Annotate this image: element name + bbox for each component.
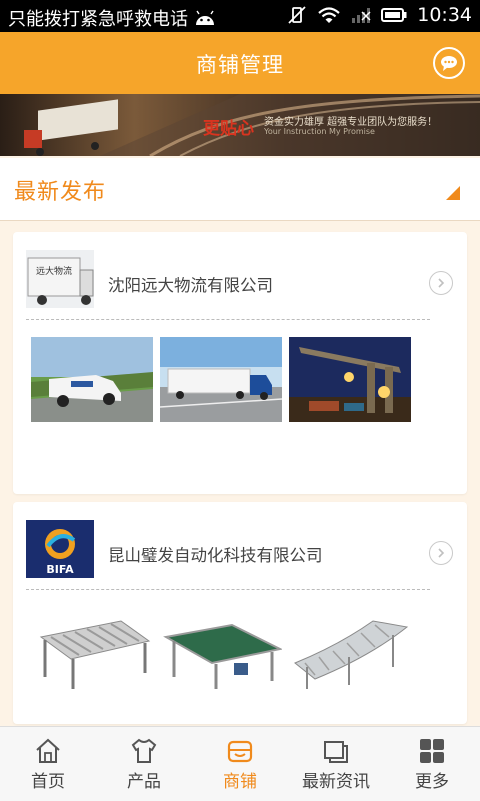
signal-icon [352, 8, 371, 23]
bottom-tab-bar: 首页 产品 商铺 最新资讯 更多 [0, 726, 480, 801]
vibrate-off-icon [288, 6, 306, 24]
banner-tagline: Your Instruction My Promise [264, 127, 375, 136]
section-title: 最新发布 [14, 180, 107, 205]
grid-icon [420, 739, 444, 763]
divider [26, 589, 430, 590]
tab-home[interactable]: 首页 [0, 727, 96, 801]
dropdown-triangle-icon[interactable] [446, 186, 460, 200]
status-time: 10:34 [417, 4, 472, 26]
product-image-curved-conveyor[interactable] [289, 607, 411, 692]
product-image-truck[interactable] [160, 337, 282, 422]
tab-more[interactable]: 更多 [384, 727, 480, 801]
chat-bubble-icon [441, 56, 457, 71]
tab-label: 产品 [127, 772, 161, 792]
shop-name[interactable]: 沈阳远大物流有限公司 [108, 272, 273, 296]
chevron-right-icon[interactable] [429, 271, 453, 295]
shop-logo-text: BIFA [46, 563, 74, 576]
tab-products[interactable]: 产品 [96, 727, 192, 801]
shirt-icon [131, 738, 157, 763]
tab-label: 最新资讯 [302, 772, 370, 792]
status-bar: 只能拨打紧急呼救电话 10:34 [0, 0, 480, 32]
page-title: 商铺管理 [196, 53, 284, 77]
shop-card[interactable]: 远大物流 沈阳远大物流有限公司 [13, 232, 467, 494]
banner-slogan: 更贴心 [203, 119, 254, 139]
home-icon [36, 738, 60, 763]
product-image-belt-conveyor[interactable] [160, 607, 282, 692]
shop-logo: BIFA [26, 520, 94, 578]
tab-label: 更多 [415, 772, 449, 792]
shop-icon [227, 740, 253, 763]
section-header[interactable]: 最新发布 [0, 158, 480, 221]
product-image-roller-conveyor[interactable] [31, 607, 153, 692]
message-button[interactable] [433, 47, 465, 79]
shop-logo-text: 远大物流 [36, 265, 72, 277]
battery-icon [381, 8, 407, 22]
tab-label: 商铺 [223, 772, 257, 792]
tab-shop[interactable]: 商铺 [192, 727, 288, 801]
android-icon [196, 10, 214, 25]
tab-news[interactable]: 最新资讯 [288, 727, 384, 801]
app-header: 商铺管理 [0, 32, 480, 94]
status-notification-text: 只能拨打紧急呼救电话 [8, 9, 188, 30]
promo-banner[interactable]: 更贴心 资金实力雄厚 超强专业团队为您服务！ Your Instruction … [0, 94, 480, 156]
shop-logo: 远大物流 [26, 250, 94, 308]
wifi-icon [318, 7, 340, 23]
product-image-van[interactable] [31, 337, 153, 422]
product-image-crane[interactable] [289, 337, 411, 422]
chevron-right-icon[interactable] [429, 541, 453, 565]
shop-name[interactable]: 昆山璧发自动化科技有限公司 [108, 542, 323, 566]
banner-subtitle: 资金实力雄厚 超强专业团队为您服务！ [264, 117, 438, 128]
divider [26, 319, 430, 320]
tab-label: 首页 [31, 772, 65, 792]
shop-card[interactable]: BIFA 昆山璧发自动化科技有限公司 [13, 502, 467, 724]
news-icon [324, 741, 348, 763]
